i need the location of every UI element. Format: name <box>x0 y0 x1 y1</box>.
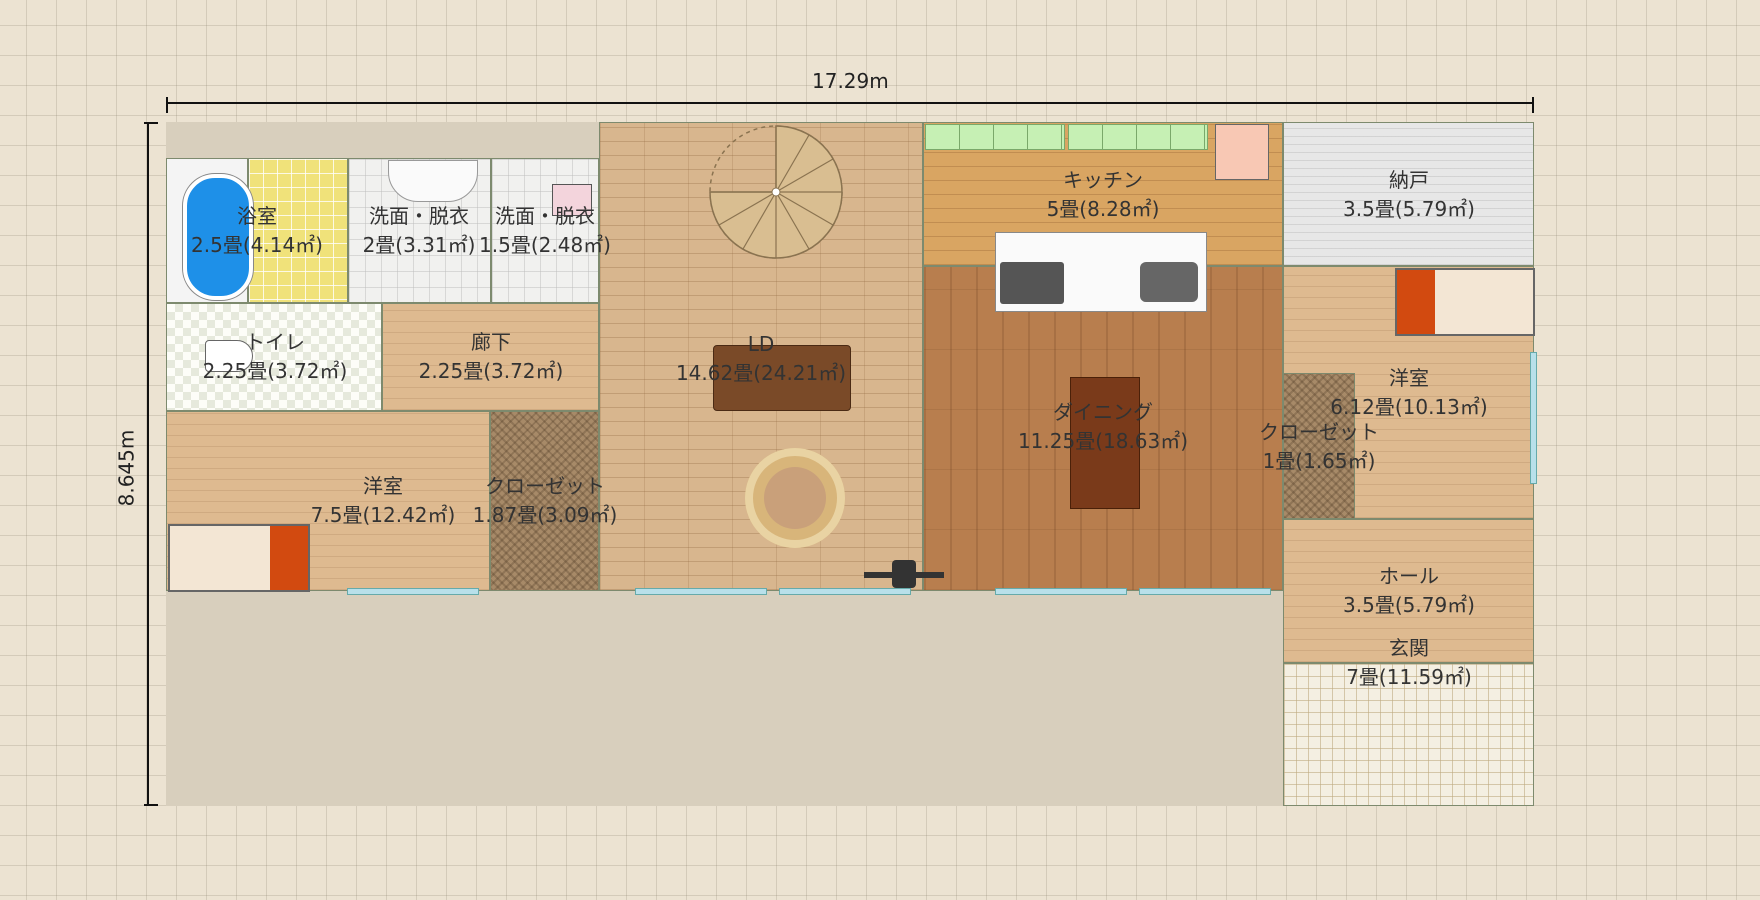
label-wash-1: 洗面・脱衣 2畳(3.31㎡) <box>362 204 476 257</box>
label-western-2: 洋室 6.12畳(10.13㎡) <box>1330 366 1488 419</box>
label-storage: 納戸 3.5畳(5.79㎡) <box>1343 168 1475 221</box>
label-closet-2: クローゼット 1畳(1.65㎡) <box>1259 420 1379 473</box>
width-dimension-line <box>166 102 1534 104</box>
height-dimension-tick-top <box>144 122 158 124</box>
kitchen-cabinet-right <box>1068 124 1208 150</box>
exterior-terrace <box>166 590 1283 806</box>
kitchen-cabinet-left <box>925 124 1065 150</box>
height-dimension-tick-bottom <box>144 804 158 806</box>
bed-icon-right <box>1395 268 1535 336</box>
label-dining: ダイニング 11.25畳(18.63㎡) <box>1017 400 1189 453</box>
width-dimension-label: 17.29m <box>812 69 889 93</box>
kitchen-sink-icon <box>1140 262 1198 302</box>
label-closet-1: クローゼット 1.87畳(3.09㎡) <box>472 474 618 527</box>
width-dimension-tick-right <box>1532 97 1534 113</box>
width-dimension-tick-left <box>166 97 168 113</box>
window-western-1 <box>347 588 479 595</box>
sink-icon <box>388 160 478 202</box>
round-table-icon <box>764 467 826 529</box>
window-dining-1 <box>995 588 1127 595</box>
tv-icon <box>864 560 944 588</box>
label-kitchen: キッチン 5畳(8.28㎡) <box>1046 168 1160 221</box>
exterior-top-strip <box>166 122 599 158</box>
window-western-2 <box>1530 352 1537 484</box>
label-ld: LD 14.62畳(24.21㎡) <box>675 332 847 385</box>
window-ld-2 <box>779 588 911 595</box>
window-ld-1 <box>635 588 767 595</box>
label-western-1: 洋室 7.5畳(12.42㎡) <box>310 474 456 527</box>
window-dining-2 <box>1139 588 1271 595</box>
label-hall: ホール 3.5畳(5.79㎡) <box>1343 564 1475 617</box>
label-wash-2: 洗面・脱衣 1.5畳(2.48㎡) <box>479 204 611 257</box>
label-entrance: 玄関 7畳(11.59㎡) <box>1346 636 1472 689</box>
spiral-staircase-icon <box>709 125 843 259</box>
stove-icon <box>1000 262 1064 304</box>
label-toilet: トイレ 2.25畳(3.72㎡) <box>202 330 348 383</box>
height-dimension-label: 8.645m <box>114 429 139 507</box>
refrigerator-icon <box>1215 124 1269 180</box>
bed-icon-left <box>168 524 310 592</box>
label-corridor: 廊下 2.25畳(3.72㎡) <box>418 330 564 383</box>
height-dimension-line <box>147 122 149 805</box>
label-bath: 浴室 2.5畳(4.14㎡) <box>191 204 323 257</box>
